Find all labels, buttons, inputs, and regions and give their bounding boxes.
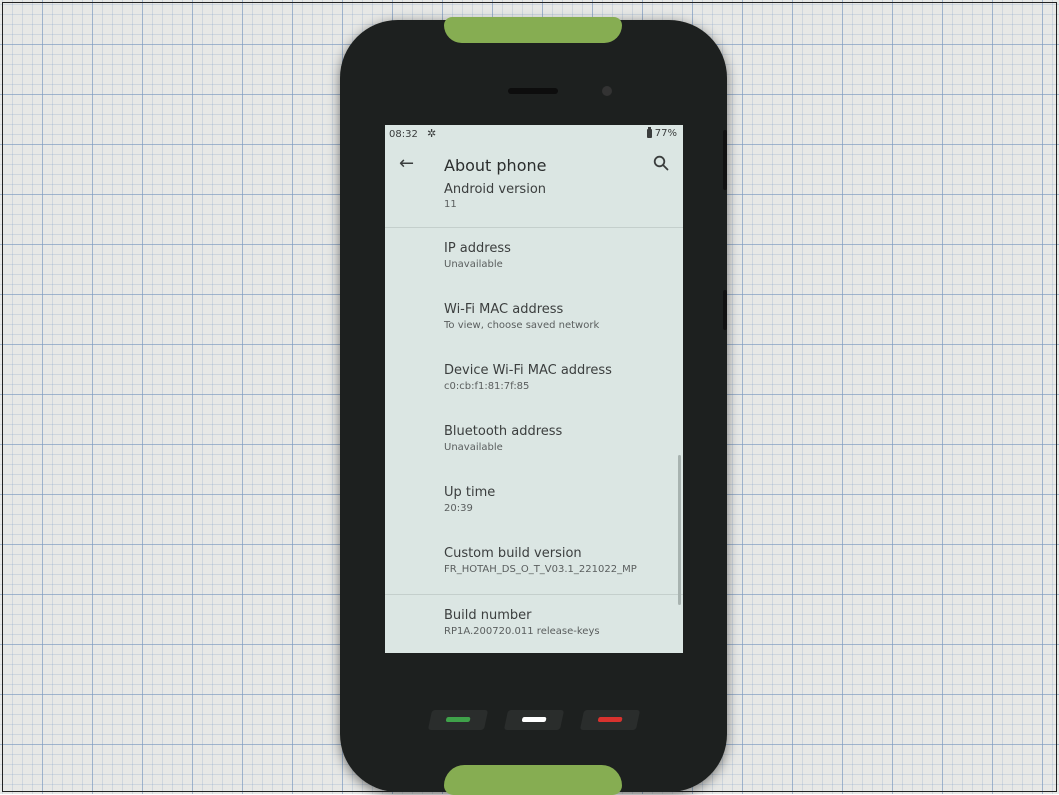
end-call-key[interactable] <box>579 710 641 730</box>
setting-title: Build number <box>444 608 532 623</box>
graph-paper-background: 08:32 ✲ 77% ← About phone Android versio… <box>0 0 1059 795</box>
setting-title: Up time <box>444 485 496 500</box>
status-time: 08:32 <box>389 129 418 140</box>
status-bar: 08:32 ✲ 77% <box>385 125 683 145</box>
bottom-bumper <box>444 765 622 795</box>
phone-screen: 08:32 ✲ 77% ← About phone Android versio… <box>385 125 683 653</box>
setting-bluetooth-address[interactable]: Bluetooth address Unavailable <box>385 411 683 472</box>
volume-key[interactable] <box>723 130 727 190</box>
setting-title: IP address <box>444 241 511 256</box>
scrollbar[interactable] <box>678 455 681 605</box>
home-key[interactable] <box>503 710 565 730</box>
phone-device: 08:32 ✲ 77% ← About phone Android versio… <box>340 17 727 795</box>
setting-up-time[interactable]: Up time 20:39 <box>385 472 683 533</box>
settings-list: Android version 11 IP address Unavailabl… <box>385 182 683 653</box>
setting-ip-address[interactable]: IP address Unavailable <box>385 228 683 289</box>
setting-title: Custom build version <box>444 546 582 561</box>
power-key[interactable] <box>723 290 727 330</box>
battery-icon <box>646 127 652 138</box>
setting-android-version[interactable]: Android version 11 <box>385 182 683 227</box>
setting-build-number[interactable]: Build number RP1A.200720.011 release-key… <box>385 595 683 653</box>
top-bumper <box>444 17 622 43</box>
setting-summary: To view, choose saved network <box>444 320 600 331</box>
home-key-indicator <box>521 717 547 722</box>
setting-device-wifi-mac-address[interactable]: Device Wi-Fi MAC address c0:cb:f1:81:7f:… <box>385 350 683 411</box>
setting-summary: FR_HOTAH_DS_O_T_V03.1_221022_MP <box>444 564 637 575</box>
setting-summary: 11 <box>444 199 457 210</box>
end-call-key-indicator <box>597 717 623 722</box>
search-icon[interactable] <box>653 155 669 171</box>
setting-wifi-mac-address[interactable]: Wi-Fi MAC address To view, choose saved … <box>385 289 683 350</box>
setting-title: Device Wi-Fi MAC address <box>444 363 612 378</box>
setting-summary: RP1A.200720.011 release-keys <box>444 626 600 637</box>
front-camera <box>602 86 612 96</box>
setting-title: Bluetooth address <box>444 424 563 439</box>
arrow-left-icon[interactable]: ← <box>399 153 414 174</box>
setting-summary: 20:39 <box>444 503 473 514</box>
call-key[interactable] <box>427 710 489 730</box>
battery-percent: 77% <box>654 128 677 139</box>
setting-summary: Unavailable <box>444 259 503 270</box>
gear-icon: ✲ <box>427 127 437 140</box>
setting-title: Wi-Fi MAC address <box>444 302 564 317</box>
page-title: About phone <box>444 156 547 175</box>
battery-indicator: 77% <box>646 127 677 139</box>
earpiece-speaker <box>508 88 558 94</box>
setting-summary: c0:cb:f1:81:7f:85 <box>444 381 530 392</box>
setting-summary: Unavailable <box>444 442 503 453</box>
app-bar: ← About phone <box>385 147 683 183</box>
setting-custom-build-version[interactable]: Custom build version FR_HOTAH_DS_O_T_V03… <box>385 533 683 594</box>
setting-title: Android version <box>444 182 547 197</box>
call-key-indicator <box>445 717 471 722</box>
